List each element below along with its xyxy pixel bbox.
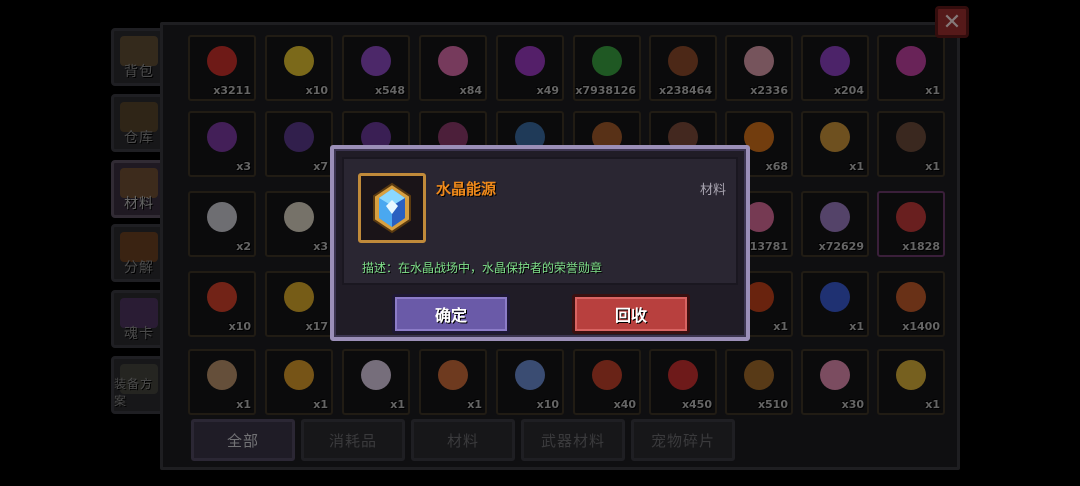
item-type: 材料 bbox=[699, 183, 726, 198]
item-description: 描述：在水晶战场中，水晶保护者的荣誉勋章 bbox=[362, 261, 603, 275]
item-detail-dialog: 水晶能源 材料 描述：在水晶战场中，水晶保护者的荣誉勋章 确定 回收 bbox=[330, 145, 750, 341]
item-name: 水晶能源 bbox=[436, 180, 497, 198]
dialog-info-box: 水晶能源 材料 描述：在水晶战场中，水晶保护者的荣誉勋章 bbox=[342, 157, 738, 285]
confirm-button[interactable]: 确定 bbox=[392, 294, 510, 334]
item-icon-frame bbox=[358, 173, 426, 243]
recycle-button[interactable]: 回收 bbox=[572, 294, 690, 334]
crystal-icon bbox=[373, 182, 411, 234]
